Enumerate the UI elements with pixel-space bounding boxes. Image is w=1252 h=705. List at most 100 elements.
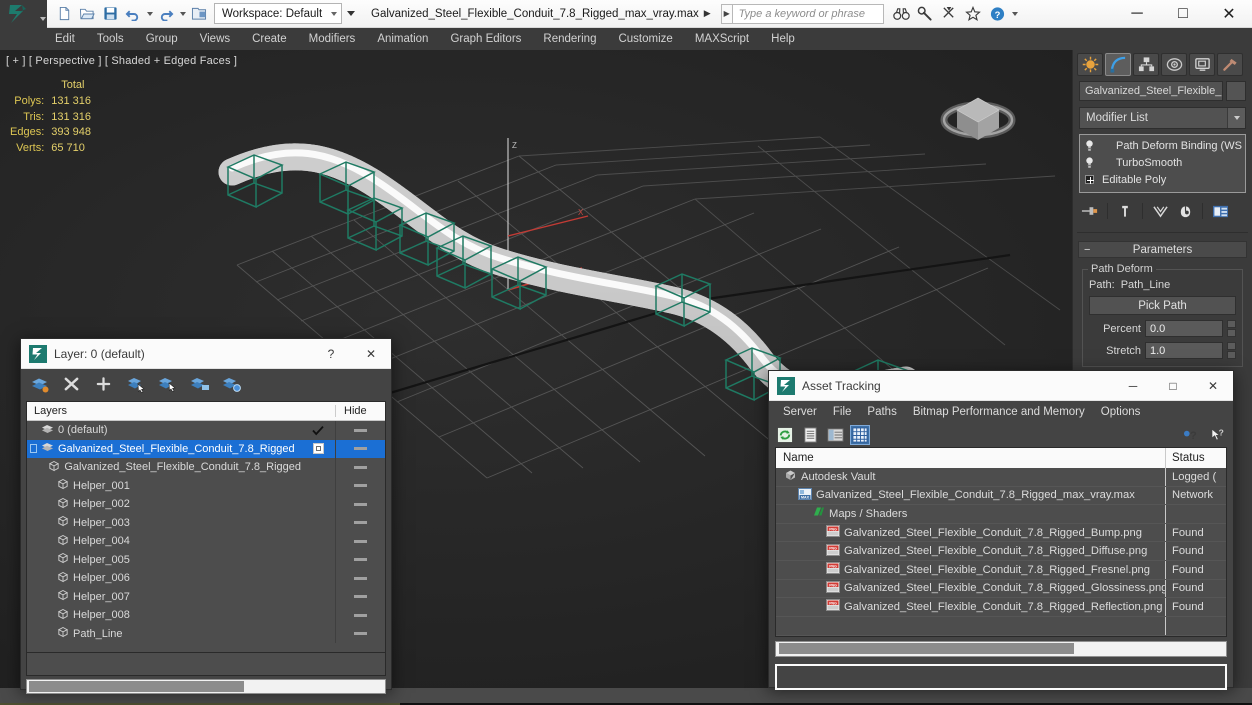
plus-box-icon[interactable] — [1084, 173, 1095, 186]
wrench-icon[interactable] — [915, 3, 936, 24]
modifier-stack-item[interactable]: Path Deform Binding (WS — [1080, 137, 1245, 154]
layer-list[interactable]: Layers Hide 0 (default) Galvanized_Steel_… — [26, 401, 386, 653]
undo-dropdown-icon[interactable] — [145, 3, 154, 25]
hide-layer-icon[interactable] — [189, 374, 210, 395]
asset-column-name[interactable]: Name — [776, 448, 1166, 468]
asset-menu-bitmap-performance-and-memory[interactable]: Bitmap Performance and Memory — [905, 404, 1093, 420]
layer-hide-toggle[interactable] — [335, 476, 385, 495]
pick-path-button[interactable]: Pick Path — [1089, 296, 1236, 315]
close-button[interactable]: ✕ — [1206, 0, 1252, 28]
help-dropdown-icon[interactable] — [1011, 3, 1020, 24]
menu-item-animation[interactable]: Animation — [366, 30, 439, 48]
make-unique-icon[interactable] — [1149, 201, 1171, 221]
layer-settings-icon[interactable] — [221, 374, 242, 395]
open-file-icon[interactable] — [76, 3, 98, 25]
layer-hide-toggle[interactable] — [335, 550, 385, 569]
layer-hide-toggle[interactable] — [335, 495, 385, 514]
layer-hide-toggle[interactable] — [335, 606, 385, 625]
asset-list[interactable]: Name Status Autodesk Vault Logged (MAX Gal… — [775, 447, 1227, 637]
modifier-stack[interactable]: Path Deform Binding (WS TurboSmooth Editab… — [1079, 134, 1246, 193]
menu-item-group[interactable]: Group — [135, 30, 189, 48]
layer-hide-toggle[interactable] — [335, 513, 385, 532]
new-file-icon[interactable] — [53, 3, 75, 25]
asset-row[interactable]: PNG Galvanized_Steel_Flexible_Conduit_7.8… — [776, 523, 1226, 543]
asset-menu-paths[interactable]: Paths — [859, 404, 904, 420]
layer-row[interactable]: Helper_002 — [27, 495, 385, 514]
menu-item-rendering[interactable]: Rendering — [532, 30, 607, 48]
layer-hide-toggle[interactable] — [335, 421, 385, 440]
lightbulb-icon[interactable] — [1084, 139, 1095, 152]
select-objects-in-layer-icon[interactable] — [125, 374, 146, 395]
percent-spinner[interactable] — [1227, 320, 1236, 337]
workspace-selector[interactable]: Workspace: Default — [214, 3, 342, 24]
asset-menu-server[interactable]: Server — [775, 404, 825, 420]
app-logo-icon[interactable] — [0, 0, 38, 28]
create-tab[interactable] — [1077, 52, 1103, 76]
highlight-selected-icon[interactable] — [157, 374, 178, 395]
menu-item-maxscript[interactable]: MAXScript — [684, 30, 760, 48]
menu-item-tools[interactable]: Tools — [86, 30, 135, 48]
layer-row[interactable]: Helper_007 — [27, 587, 385, 606]
details-view-icon[interactable] — [825, 425, 845, 445]
asset-close-button[interactable]: ✕ — [1193, 371, 1233, 401]
refresh-icon[interactable] — [775, 425, 795, 445]
modifier-list-dropdown[interactable]: Modifier List — [1079, 107, 1246, 129]
binoculars-icon[interactable] — [891, 3, 912, 24]
menu-item-customize[interactable]: Customize — [607, 30, 683, 48]
layer-column-name[interactable]: Layers — [27, 405, 335, 417]
delete-layer-icon[interactable] — [61, 374, 82, 395]
menu-item-modifiers[interactable]: Modifiers — [298, 30, 367, 48]
hierarchy-tab[interactable] — [1133, 52, 1159, 76]
app-logo-dropdown[interactable] — [38, 0, 47, 28]
asset-column-status[interactable]: Status — [1166, 452, 1226, 464]
menu-item-help[interactable]: Help — [760, 30, 806, 48]
asset-row[interactable]: MAX Galvanized_Steel_Flexible_Conduit_7.8… — [776, 486, 1226, 506]
project-folder-icon[interactable] — [188, 3, 210, 25]
asset-menu-file[interactable]: File — [825, 404, 860, 420]
minimize-button[interactable]: ─ — [1114, 0, 1160, 28]
undo-icon[interactable] — [122, 3, 144, 25]
list-view-icon[interactable] — [800, 425, 820, 445]
menu-item-edit[interactable]: Edit — [44, 30, 86, 48]
utilities-tab[interactable] — [1217, 52, 1243, 76]
layer-row[interactable]: Galvanized_Steel_Flexible_Conduit_7.8_Ri… — [27, 439, 385, 458]
layer-row[interactable]: 0 (default) — [27, 421, 385, 440]
asset-row[interactable]: PNG Galvanized_Steel_Flexible_Conduit_7.8… — [776, 560, 1226, 580]
maximize-button[interactable]: □ — [1160, 0, 1206, 28]
object-color-swatch[interactable] — [1226, 81, 1246, 101]
layer-row[interactable]: Helper_001 — [27, 476, 385, 495]
asset-row[interactable]: Maps / Shaders — [776, 505, 1226, 524]
create-new-layer-icon[interactable] — [29, 374, 50, 395]
modify-tab[interactable] — [1105, 52, 1131, 76]
display-tab[interactable] — [1189, 52, 1215, 76]
asset-row[interactable]: PNG Galvanized_Steel_Flexible_Conduit_7.8… — [776, 579, 1226, 599]
layer-dialog-help-button[interactable]: ? — [311, 339, 351, 369]
grid-view-icon[interactable] — [850, 425, 870, 445]
layer-row[interactable]: Helper_008 — [27, 606, 385, 625]
configure-sets-icon[interactable] — [1209, 201, 1231, 221]
layer-dialog-close-button[interactable]: ✕ — [351, 339, 391, 369]
remove-modifier-icon[interactable] — [1174, 201, 1196, 221]
layer-hide-toggle[interactable] — [335, 569, 385, 588]
layer-hide-toggle[interactable] — [335, 624, 385, 643]
save-file-icon[interactable] — [99, 3, 121, 25]
search-prev-icon[interactable]: ▶ — [720, 3, 732, 24]
menu-item-views[interactable]: Views — [189, 30, 241, 48]
stretch-field[interactable]: 1.0 — [1145, 342, 1223, 359]
asset-horizontal-scrollbar[interactable] — [775, 640, 1227, 657]
stretch-spinner[interactable] — [1227, 342, 1236, 359]
show-end-result-icon[interactable] — [1114, 201, 1136, 221]
object-name-field[interactable]: Galvanized_Steel_Flexible_Condi — [1079, 81, 1223, 101]
help-asset-icon[interactable]: ? — [1181, 425, 1201, 445]
asset-maximize-button[interactable]: □ — [1153, 371, 1193, 401]
help-icon[interactable]: ? — [987, 3, 1008, 24]
layer-hide-toggle[interactable] — [335, 439, 385, 458]
search-input[interactable]: Type a keyword or phrase — [731, 3, 884, 24]
title-next-icon[interactable]: ▶ — [704, 8, 711, 19]
current-layer-check[interactable] — [301, 443, 335, 455]
expand-toggle-icon[interactable] — [30, 444, 37, 454]
pencil-icon[interactable] — [939, 3, 960, 24]
modifier-list-chevron-down-icon[interactable] — [1227, 108, 1245, 128]
current-layer-check[interactable] — [301, 425, 335, 436]
redo-dropdown-icon[interactable] — [178, 3, 187, 25]
